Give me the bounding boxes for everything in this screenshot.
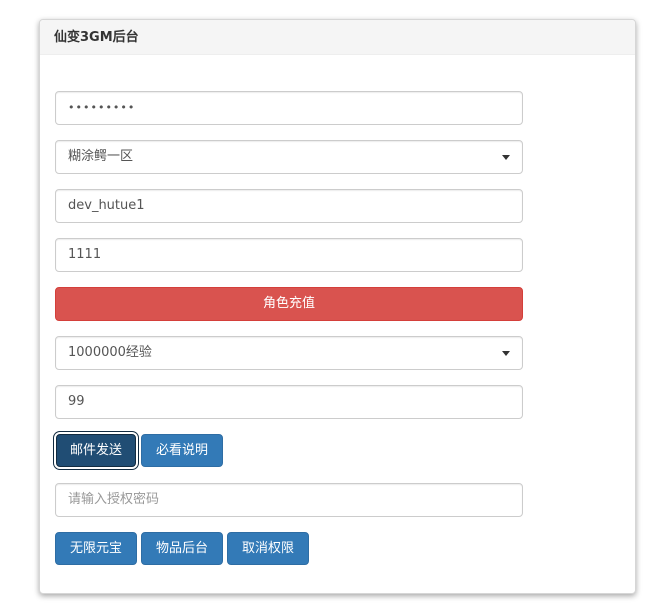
mail-send-button[interactable]: 邮件发送 <box>56 434 136 467</box>
gm-panel: 仙变3GM后台 ••••••••• 糊涂鳄一区 dev_hutue1 1111 … <box>39 19 636 594</box>
auth-password-input[interactable]: 请输入授权密码 <box>55 483 523 517</box>
server-select[interactable]: 糊涂鳄一区 <box>55 140 523 174</box>
cancel-permission-button[interactable]: 取消权限 <box>227 532 309 565</box>
amount-value: 1111 <box>68 247 102 262</box>
item-select-value: 1000000经验 <box>68 345 152 360</box>
panel-title: 仙变3GM后台 <box>40 20 635 55</box>
recharge-button[interactable]: 角色充值 <box>55 287 523 321</box>
account-field[interactable]: dev_hutue1 <box>55 189 523 223</box>
password-field[interactable]: ••••••••• <box>55 91 523 125</box>
amount-field[interactable]: 1111 <box>55 238 523 272</box>
password-masked-value: ••••••••• <box>68 101 136 114</box>
unlimited-yuanbao-button[interactable]: 无限元宝 <box>55 532 137 565</box>
item-backend-button[interactable]: 物品后台 <box>141 532 223 565</box>
server-select-value: 糊涂鳄一区 <box>68 149 134 164</box>
quantity-field[interactable]: 99 <box>55 385 523 419</box>
auth-password-placeholder: 请输入授权密码 <box>68 492 160 507</box>
caret-down-icon <box>502 155 510 160</box>
read-instructions-button[interactable]: 必看说明 <box>141 434 223 467</box>
item-select[interactable]: 1000000经验 <box>55 336 523 370</box>
quantity-value: 99 <box>68 394 85 409</box>
account-value: dev_hutue1 <box>68 198 145 213</box>
caret-down-icon <box>502 351 510 356</box>
